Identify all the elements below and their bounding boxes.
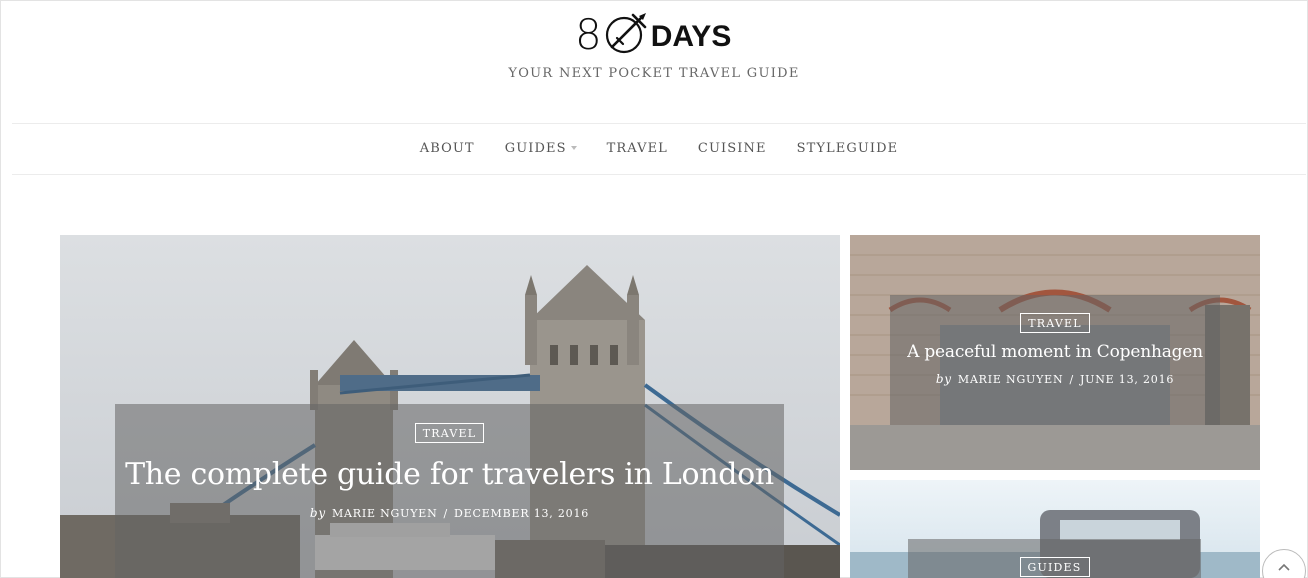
nav-item-cuisine[interactable]: CUISINE — [698, 141, 767, 156]
post-meta: by MARIE NGUYEN / DECEMBER 13, 2016 — [310, 506, 589, 520]
globe-plane-icon — [605, 13, 647, 54]
nav-label: GUIDES — [504, 141, 567, 156]
side-post-title[interactable]: A peaceful moment in Copenhagen — [907, 342, 1203, 362]
main-navigation: ABOUT GUIDES TRAVEL CUISINE STYLEGUIDE — [12, 123, 1306, 175]
nav-item-guides[interactable]: GUIDES — [505, 141, 577, 156]
nav-label: CUISINE — [697, 141, 767, 156]
nav-label: STYLEGUIDE — [796, 141, 899, 156]
by-label: by — [309, 506, 326, 520]
author-link[interactable]: MARIE NGUYEN — [332, 507, 438, 520]
post-date: JUNE 13, 2016 — [1079, 373, 1175, 386]
nav-label: TRAVEL — [606, 141, 668, 156]
chevron-up-icon — [1278, 563, 1290, 571]
category-badge[interactable]: TRAVEL — [1020, 313, 1090, 333]
side-post-overlay: GUIDES — [908, 539, 1201, 578]
by-label: by — [935, 372, 952, 386]
nav-item-travel[interactable]: TRAVEL — [607, 141, 668, 156]
side-post-overlay: TRAVEL A peaceful moment in Copenhagen b… — [890, 295, 1220, 425]
logo-word: DAYS — [650, 20, 732, 53]
nav-label: ABOUT — [419, 141, 475, 156]
site-logo[interactable]: 8 DAYS — [575, 8, 750, 56]
side-post-card[interactable]: GUIDES — [850, 480, 1260, 578]
meta-separator: / — [1069, 373, 1074, 386]
category-badge[interactable]: TRAVEL — [414, 423, 485, 443]
dropdown-caret-icon — [570, 145, 577, 150]
post-meta: by MARIE NGUYEN / JUNE 13, 2016 — [936, 372, 1174, 386]
logo-number: 8 — [575, 10, 602, 59]
nav-item-styleguide[interactable]: STYLEGUIDE — [797, 141, 899, 156]
site-tagline: YOUR NEXT POCKET TRAVEL GUIDE — [508, 66, 800, 81]
featured-post-card[interactable]: TRAVEL The complete guide for travelers … — [60, 235, 840, 578]
side-post-card[interactable]: TRAVEL A peaceful moment in Copenhagen b… — [850, 235, 1260, 470]
nav-item-about[interactable]: ABOUT — [420, 141, 475, 156]
author-link[interactable]: MARIE NGUYEN — [958, 373, 1064, 386]
meta-separator: / — [443, 507, 449, 520]
featured-post-overlay: TRAVEL The complete guide for travelers … — [115, 404, 784, 578]
category-badge[interactable]: GUIDES — [1019, 557, 1090, 577]
post-date: DECEMBER 13, 2016 — [454, 507, 590, 520]
featured-post-title[interactable]: The complete guide for travelers in Lond… — [125, 457, 774, 492]
